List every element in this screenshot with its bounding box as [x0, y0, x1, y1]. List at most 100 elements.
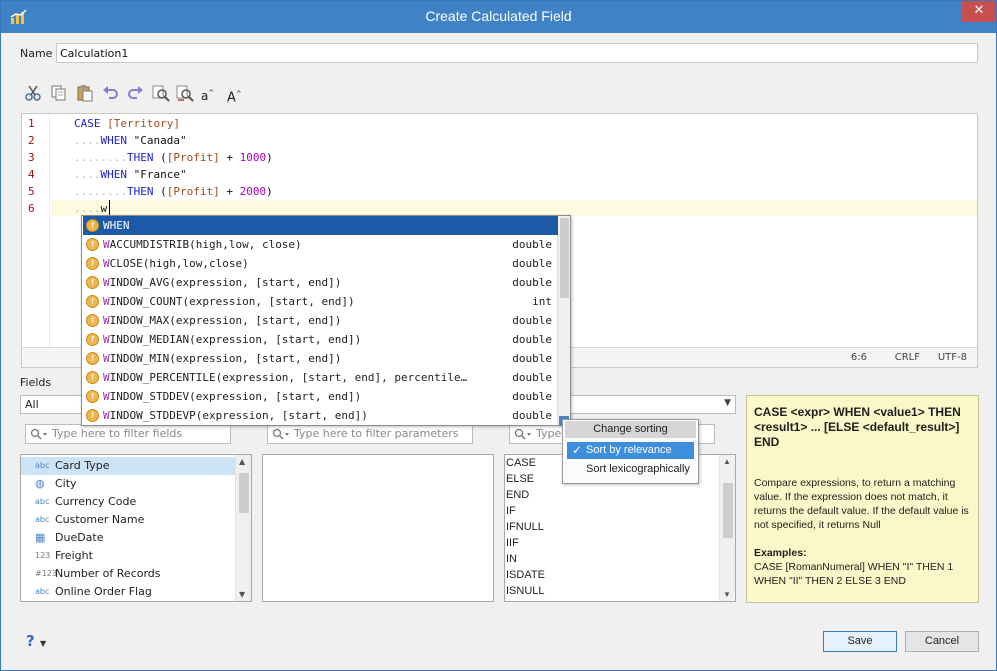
globe-icon: ◍	[35, 477, 45, 490]
sort-by-relevance-option[interactable]: ✓ Sort by relevance	[567, 442, 694, 459]
function-icon: f	[86, 276, 99, 289]
function-item[interactable]: ISDATE	[506, 567, 545, 583]
code-line: ....WHEN "France"	[74, 168, 187, 181]
scroll-down-icon[interactable]: ▼	[239, 590, 245, 599]
autocomplete-item[interactable]: f WACCUMDISTRIB(high,low, close) double	[83, 235, 558, 254]
find-icon[interactable]	[151, 83, 171, 103]
code-token: +	[219, 151, 240, 164]
code-token: [Territory]	[107, 117, 180, 130]
code-token: THEN	[126, 151, 154, 164]
functions-list-scrollbar[interactable]: ▲ ▼	[719, 455, 735, 601]
autocomplete-item[interactable]: f WHEN	[83, 216, 558, 235]
code-token: 1000	[239, 151, 267, 164]
autocomplete-item[interactable]: f WINDOW_COUNT(expression, [start, end]) i…	[83, 292, 558, 311]
parameters-list[interactable]	[262, 454, 494, 602]
return-type: double	[512, 257, 552, 270]
cut-icon[interactable]	[23, 83, 43, 103]
line-number: 1	[28, 117, 35, 130]
autocomplete-popup[interactable]: f WHEN f WACCUMDISTRIB(high,low, close) doub…	[81, 215, 571, 426]
undo-icon[interactable]	[101, 83, 121, 103]
field-item[interactable]: abc Currency Code	[21, 493, 235, 511]
number-type-icon: 123	[35, 551, 51, 560]
sort-menu-title: Change sorting	[565, 421, 696, 438]
fields-list-scrollbar[interactable]: ▲ ▼	[235, 455, 251, 601]
return-type: double	[512, 333, 552, 346]
help-menu-button[interactable]: ? ▼	[26, 632, 46, 650]
autocomplete-scrollbar[interactable]	[557, 216, 570, 425]
line-number: 4	[28, 168, 35, 181]
autocomplete-item[interactable]: f WINDOW_PERCENTILE(expression, [start, e…	[83, 368, 558, 387]
function-icon: f	[86, 238, 99, 251]
function-icon: f	[86, 257, 99, 270]
function-item[interactable]: IF	[506, 503, 516, 519]
field-item-label: Number of Records	[55, 567, 161, 580]
return-type: double	[512, 238, 552, 251]
function-item[interactable]: ELSE	[506, 471, 534, 487]
lowercase-icon[interactable]: a^	[201, 83, 221, 103]
field-item[interactable]: abc Online Order Flag	[21, 583, 235, 601]
field-item[interactable]: #123 Number of Records	[21, 565, 235, 583]
sort-option-label: Sort by relevance	[586, 444, 672, 456]
scroll-thumb[interactable]	[560, 218, 569, 298]
title-bar[interactable]: Create Calculated Field ✕	[1, 1, 996, 33]
field-item[interactable]: abc Customer Name	[21, 511, 235, 529]
uppercase-icon[interactable]: A^	[227, 83, 247, 105]
string-type-icon: abc	[35, 461, 50, 470]
code-token: 2000	[239, 185, 267, 198]
cancel-button[interactable]: Cancel	[905, 631, 979, 652]
function-item[interactable]: END	[506, 487, 529, 503]
name-label: Name	[20, 47, 53, 60]
autocomplete-item[interactable]: f WINDOW_MIN(expression, [start, end]) dou…	[83, 349, 558, 368]
copy-icon[interactable]	[49, 83, 69, 103]
function-icon: f	[86, 314, 99, 327]
replace-icon[interactable]	[175, 83, 195, 103]
scroll-thumb[interactable]	[239, 473, 249, 513]
field-item-label: DueDate	[55, 531, 104, 544]
sort-lexicographically-option[interactable]: Sort lexicographically	[567, 461, 694, 478]
fields-list[interactable]: ▲ ▼ abc Card Type ◍ City abc Currency Code abc…	[20, 454, 252, 602]
autocomplete-item-name: WHEN	[103, 219, 130, 232]
redo-icon[interactable]	[125, 83, 145, 103]
match-highlight: W	[103, 333, 110, 346]
autocomplete-item[interactable]: f WINDOW_AVG(expression, [start, end]) dou…	[83, 273, 558, 292]
field-item-label: Online Order Flag	[55, 585, 152, 598]
indent-guide: ....	[74, 134, 101, 147]
name-input[interactable]	[56, 43, 978, 63]
autocomplete-item[interactable]: f WINDOW_STDDEV(expression, [start, end])…	[83, 387, 558, 406]
autocomplete-item-name: WINDOW_STDDEV(expression, [start, end])	[103, 390, 362, 403]
field-item[interactable]: ▦ DueDate	[21, 529, 235, 547]
field-item[interactable]: ◍ City	[21, 475, 235, 493]
function-item[interactable]: ISNULL	[506, 583, 545, 599]
parameters-filter-input[interactable]: Type here to filter parameters	[267, 424, 473, 444]
function-item[interactable]: IIF	[506, 535, 519, 551]
calendar-icon: ▦	[35, 531, 46, 544]
number-type-icon: #123	[35, 569, 57, 578]
autocomplete-item[interactable]: f WINDOW_MEDIAN(expression, [start, end])…	[83, 330, 558, 349]
autocomplete-item[interactable]: f WCLOSE(high,low,close) double	[83, 254, 558, 273]
line-number-gutter: 1 2 3 4 5 6	[22, 114, 50, 367]
scroll-up-icon[interactable]: ▲	[723, 457, 731, 466]
paste-icon[interactable]	[75, 83, 95, 103]
fields-filter-input[interactable]: Type here to filter fields	[25, 424, 231, 444]
field-item[interactable]: 123 Freight	[21, 547, 235, 565]
function-icon: f	[86, 295, 99, 308]
function-item[interactable]: IFNULL	[506, 519, 544, 535]
autocomplete-item[interactable]: f WINDOW_STDDEVP(expression, [start, end]…	[83, 406, 558, 425]
scroll-up-icon[interactable]: ▲	[239, 457, 245, 466]
return-type: int	[532, 295, 552, 308]
save-button[interactable]: Save	[823, 631, 897, 652]
close-button[interactable]: ✕	[962, 1, 996, 22]
scroll-thumb[interactable]	[723, 483, 733, 538]
code-token: "France"	[127, 168, 187, 181]
scroll-down-icon[interactable]: ▼	[723, 590, 731, 599]
autocomplete-item[interactable]: f WINDOW_MAX(expression, [start, end]) dou…	[83, 311, 558, 330]
string-type-icon: abc	[35, 515, 50, 524]
code-token: WHEN	[100, 134, 128, 147]
function-item[interactable]: IN	[506, 551, 517, 567]
checkmark-icon: ✓	[572, 443, 583, 457]
field-item[interactable]: abc Card Type	[21, 457, 235, 475]
sort-option-label: Sort lexicographically	[586, 463, 690, 475]
code-token: w	[100, 202, 108, 215]
line-number: 3	[28, 151, 35, 164]
function-item[interactable]: CASE	[506, 455, 536, 471]
